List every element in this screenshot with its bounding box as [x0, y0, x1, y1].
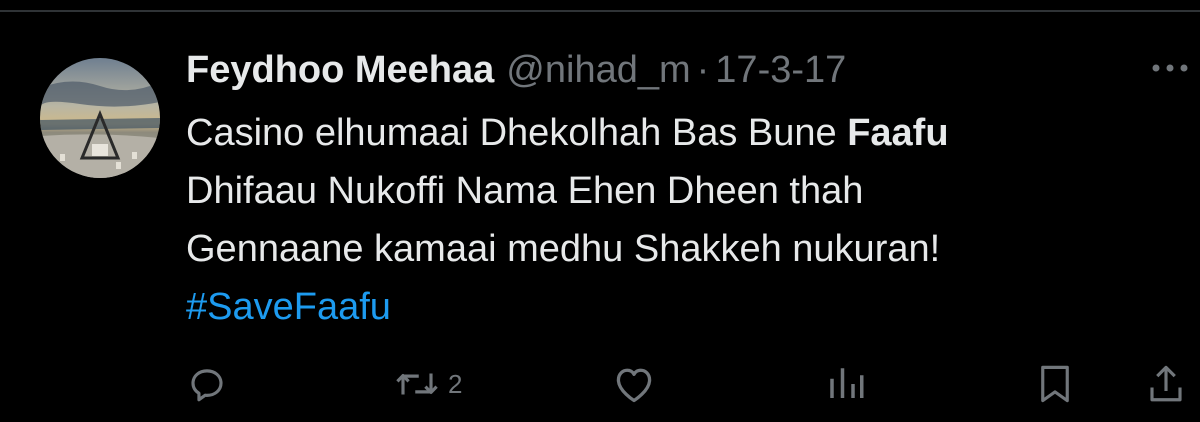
- views-icon: [828, 363, 864, 405]
- bookmark-icon: [1036, 363, 1074, 405]
- heart-icon: [612, 363, 656, 405]
- separator-dot: ·: [696, 48, 710, 91]
- retweet-count: 2: [448, 368, 463, 399]
- hashtag-link[interactable]: #SaveFaafu: [186, 278, 1166, 336]
- tweet-text-line-2: Dhifaau Nukoffi Nama Ehen Dheen thah: [186, 170, 864, 212]
- action-bar: 2: [0, 356, 1200, 412]
- user-handle[interactable]: @nihad_m: [506, 49, 690, 92]
- share-button[interactable]: [1148, 356, 1184, 412]
- bookmark-button[interactable]: [1036, 356, 1074, 412]
- tweet-text-line-1-start: Casino elhumaai Dhekolhah Bas Bune: [186, 112, 848, 154]
- tweet-header: Feydhoo Meehaa @nihad_m · 17-3-17: [186, 46, 846, 94]
- top-divider: [0, 10, 1200, 12]
- reply-button[interactable]: [186, 356, 228, 412]
- retweet-icon: [394, 363, 440, 405]
- bold-word: Faafu: [847, 112, 949, 154]
- like-button[interactable]: [612, 356, 656, 412]
- tweet-text: Casino elhumaai Dhekolhah Bas Bune Faafu…: [186, 104, 1166, 336]
- tweet-text-line-3: Gennaane kamaai medhu Shakkeh nukuran!: [186, 228, 941, 270]
- display-name[interactable]: Feydhoo Meehaa: [186, 49, 494, 92]
- tweet-date[interactable]: 17-3-17: [715, 49, 846, 92]
- reply-icon: [186, 363, 228, 405]
- views-button[interactable]: [828, 356, 864, 412]
- share-icon: [1148, 363, 1184, 405]
- retweet-button[interactable]: 2: [394, 356, 462, 412]
- avatar[interactable]: [40, 58, 160, 178]
- more-icon[interactable]: [1148, 50, 1192, 86]
- tweet-text-line-1: Casino elhumaai Dhekolhah Bas Bune Faafu: [186, 104, 1166, 162]
